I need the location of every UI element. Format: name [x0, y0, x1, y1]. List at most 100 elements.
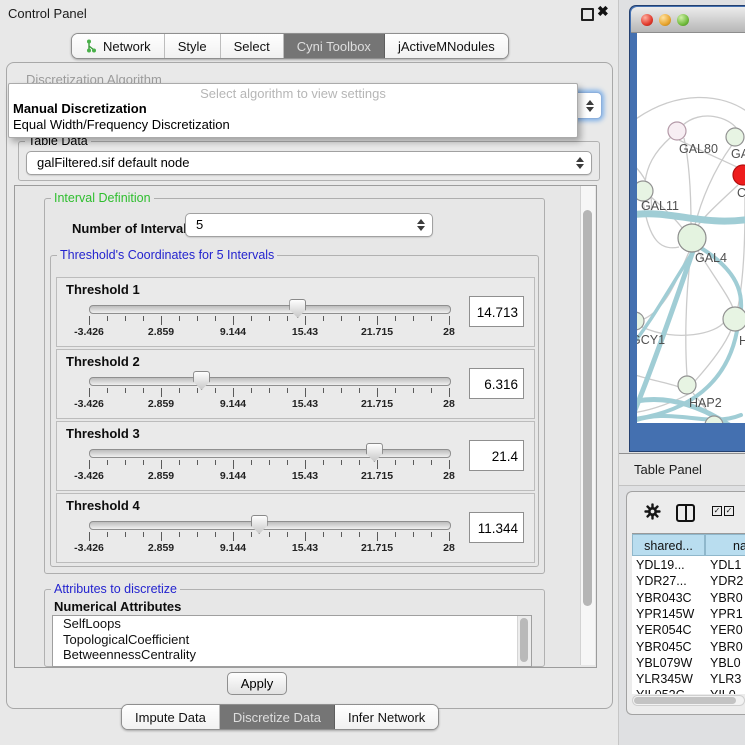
attribute-item[interactable]: BetweennessCentrality: [53, 647, 531, 663]
threshold-value-field[interactable]: 14.713: [469, 296, 524, 327]
attributes-scrollbar-thumb[interactable]: [520, 618, 528, 662]
attributes-group-label: Attributes to discretize: [51, 582, 180, 596]
slider-tick-label: 28: [443, 542, 455, 554]
cell-shared-name: YBL079W: [636, 655, 692, 671]
table-browser-window: ✓ ✓ shared...naYDL19...YDL1YDR27...YDR2Y…: [626, 491, 745, 715]
slider-thumb[interactable]: [193, 371, 210, 390]
attribute-item[interactable]: SelfLoops: [53, 616, 531, 632]
threshold-row-4: Threshold 4-3.4262.8599.14415.4321.71528…: [56, 493, 535, 563]
slider-tick: [431, 388, 432, 393]
slider-track[interactable]: [89, 521, 451, 530]
network-node-hap2[interactable]: [678, 376, 696, 394]
tab-label: Style: [178, 39, 207, 54]
tab-jactivemnodules[interactable]: jActiveMNodules: [385, 34, 508, 58]
network-node-ga[interactable]: [726, 128, 744, 146]
network-node-h[interactable]: [723, 307, 745, 331]
slider-thumb[interactable]: [366, 443, 383, 462]
threshold-value-field[interactable]: 11.344: [469, 512, 524, 543]
column-header-name[interactable]: na: [705, 534, 745, 556]
control-panel-tabbar: Network Style Select Cyni Toolbox jActiveMNo…: [71, 33, 509, 59]
interval-definition-group-label: Interval Definition: [51, 191, 154, 205]
slider-tick-label: 9.144: [220, 470, 246, 482]
table-row[interactable]: YDL19...YDL1: [632, 557, 745, 573]
slider-track[interactable]: [89, 449, 451, 458]
network-node-gal11[interactable]: [637, 181, 653, 201]
cell-shared-name: YLR345W: [636, 671, 693, 687]
table-row[interactable]: YBL079W YBL0: [632, 655, 745, 671]
slider-tick: [449, 316, 450, 325]
slider-tick: [449, 532, 450, 541]
network-node-label: H: [739, 334, 745, 348]
tab-select[interactable]: Select: [221, 34, 284, 58]
table-row[interactable]: YDR27...YDR2: [632, 573, 745, 589]
dropdown-item-manual-discretization[interactable]: Manual Discretization: [13, 101, 577, 117]
bottom-tab-discretize-data[interactable]: Discretize Data: [220, 705, 335, 729]
cell-name: YBL0: [710, 655, 741, 671]
zoom-traffic-light-icon[interactable]: [677, 14, 689, 26]
column-header-shared-name[interactable]: shared...: [632, 534, 705, 556]
slider-tick-label: 21.715: [361, 470, 393, 482]
network-canvas[interactable]: GAL80GACGAL11GAL4GCY1HHAP2: [637, 33, 745, 423]
horizontal-scrollbar[interactable]: [632, 695, 745, 706]
bottom-tab-impute-data[interactable]: Impute Data: [122, 705, 220, 729]
cell-shared-name: YPR145W: [636, 606, 694, 622]
vertical-scrollbar-thumb[interactable]: [583, 210, 592, 606]
slider-tick: [395, 532, 396, 537]
tab-style[interactable]: Style: [165, 34, 221, 58]
slider-tick: [107, 532, 108, 537]
network-window-titlebar[interactable]: [631, 7, 745, 33]
network-edge: [695, 145, 732, 225]
gear-icon[interactable]: [644, 503, 661, 520]
slider-thumb[interactable]: [289, 299, 306, 318]
table-row[interactable]: YBR045CYBR0: [632, 639, 745, 655]
attribute-item[interactable]: TopologicalCoefficient: [53, 632, 531, 648]
network-node-gal4[interactable]: [678, 224, 706, 252]
tab-network[interactable]: Network: [72, 34, 165, 58]
threshold-value-field[interactable]: 6.316: [469, 368, 524, 399]
cell-name: YER0: [710, 622, 743, 638]
dropdown-item-equal-width-frequency[interactable]: Equal Width/Frequency Discretization: [13, 117, 577, 133]
node-table[interactable]: shared...naYDL19...YDL1YDR27...YDR2YBR04…: [632, 533, 745, 694]
tab-cyni-toolbox[interactable]: Cyni Toolbox: [284, 34, 385, 58]
tab-label: Network: [103, 39, 151, 54]
network-view-window[interactable]: GAL80GACGAL11GAL4GCY1HHAP2: [629, 5, 745, 452]
table-data-combobox[interactable]: galFiltered.sif default node: [26, 151, 592, 175]
combo-arrows-icon: [586, 100, 594, 112]
tab-label: Cyni Toolbox: [297, 39, 371, 54]
horizontal-scrollbar-thumb[interactable]: [634, 697, 736, 704]
table-row[interactable]: YER054CYER0: [632, 622, 745, 638]
dropdown-hint: Select algorithm to view settings: [9, 86, 577, 101]
vertical-scrollbar[interactable]: [580, 186, 595, 665]
attributes-scrollbar[interactable]: [517, 616, 531, 666]
columns-icon[interactable]: [676, 504, 695, 522]
slider-tick: [251, 460, 252, 465]
bottom-tab-infer-network[interactable]: Infer Network: [335, 705, 438, 729]
close-icon[interactable]: ✖: [597, 3, 609, 20]
table-row[interactable]: YPR145WYPR1: [632, 606, 745, 622]
threshold-value-field[interactable]: 21.4: [469, 440, 524, 471]
select-columns-icons[interactable]: ✓ ✓: [712, 506, 734, 516]
slider-tick: [395, 460, 396, 465]
numerical-attributes-list[interactable]: SelfLoopsTopologicalCoefficientBetweenne…: [52, 615, 532, 667]
slider-tick: [161, 460, 162, 469]
slider-tick: [359, 316, 360, 321]
slider-thumb[interactable]: [251, 515, 268, 534]
slider-track[interactable]: [89, 377, 451, 386]
table-row[interactable]: YBR043CYBR0: [632, 590, 745, 606]
table-row[interactable]: YLR345WYLR3: [632, 671, 745, 687]
network-node-gal80[interactable]: [668, 122, 686, 140]
apply-button[interactable]: Apply: [227, 672, 287, 695]
threshold-label: Threshold 3: [66, 426, 140, 441]
table-row[interactable]: YIL052CYIL0: [632, 687, 745, 694]
number-of-intervals-combobox[interactable]: 5: [185, 213, 433, 237]
network-node-c[interactable]: [733, 165, 745, 185]
close-traffic-light-icon[interactable]: [641, 14, 653, 26]
slider-tick-label: 2.859: [148, 542, 174, 554]
slider-tick: [125, 532, 126, 537]
float-window-icon[interactable]: [581, 8, 594, 21]
slider-tick: [431, 532, 432, 537]
network-icon: [85, 39, 97, 53]
slider-track[interactable]: [89, 305, 451, 314]
slider-tick: [143, 532, 144, 537]
minimize-traffic-light-icon[interactable]: [659, 14, 671, 26]
